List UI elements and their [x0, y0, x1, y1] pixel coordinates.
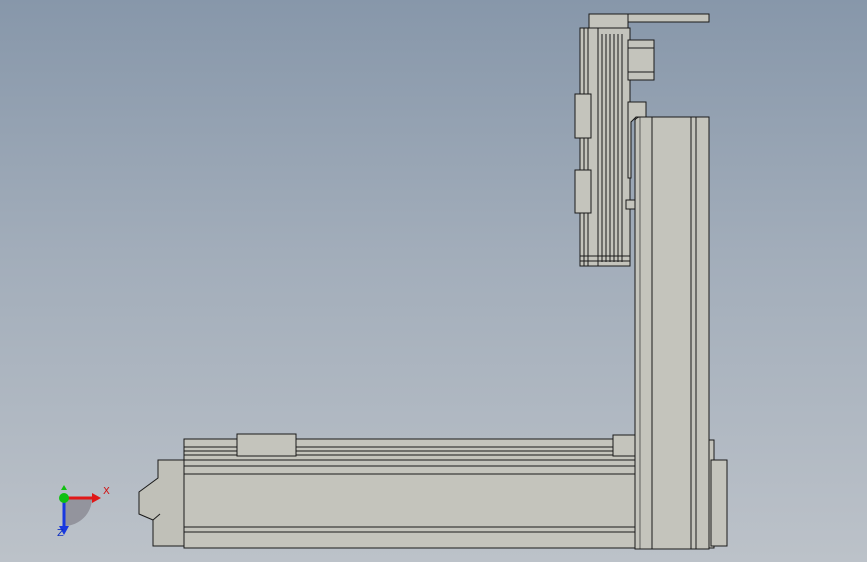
horizontal-axis-body[interactable]: [138, 433, 637, 549]
z-axis-label: Z: [57, 528, 64, 539]
horizontal-extrusion: [183, 459, 637, 549]
y-axis-origin: [59, 493, 69, 503]
x-axis-label: X: [103, 486, 110, 497]
coordinate-triad: X Z: [48, 484, 110, 544]
horizontal-end-block: [612, 434, 636, 457]
vertical-extrusion: [634, 116, 710, 550]
vertical-axis-column[interactable]: [634, 116, 710, 550]
clamp-block-upper: [574, 93, 592, 139]
linear-stage-model[interactable]: [0, 0, 867, 562]
clamp-block-lower: [574, 169, 592, 214]
triad-shadow: [64, 498, 92, 526]
horizontal-carriage: [236, 433, 297, 457]
x-motor-housing[interactable]: [707, 439, 728, 549]
cad-viewport[interactable]: X Z: [0, 0, 867, 562]
left-end-cap: [138, 459, 187, 547]
x-axis-arrow: [92, 493, 101, 503]
motor-mount: [627, 39, 655, 81]
